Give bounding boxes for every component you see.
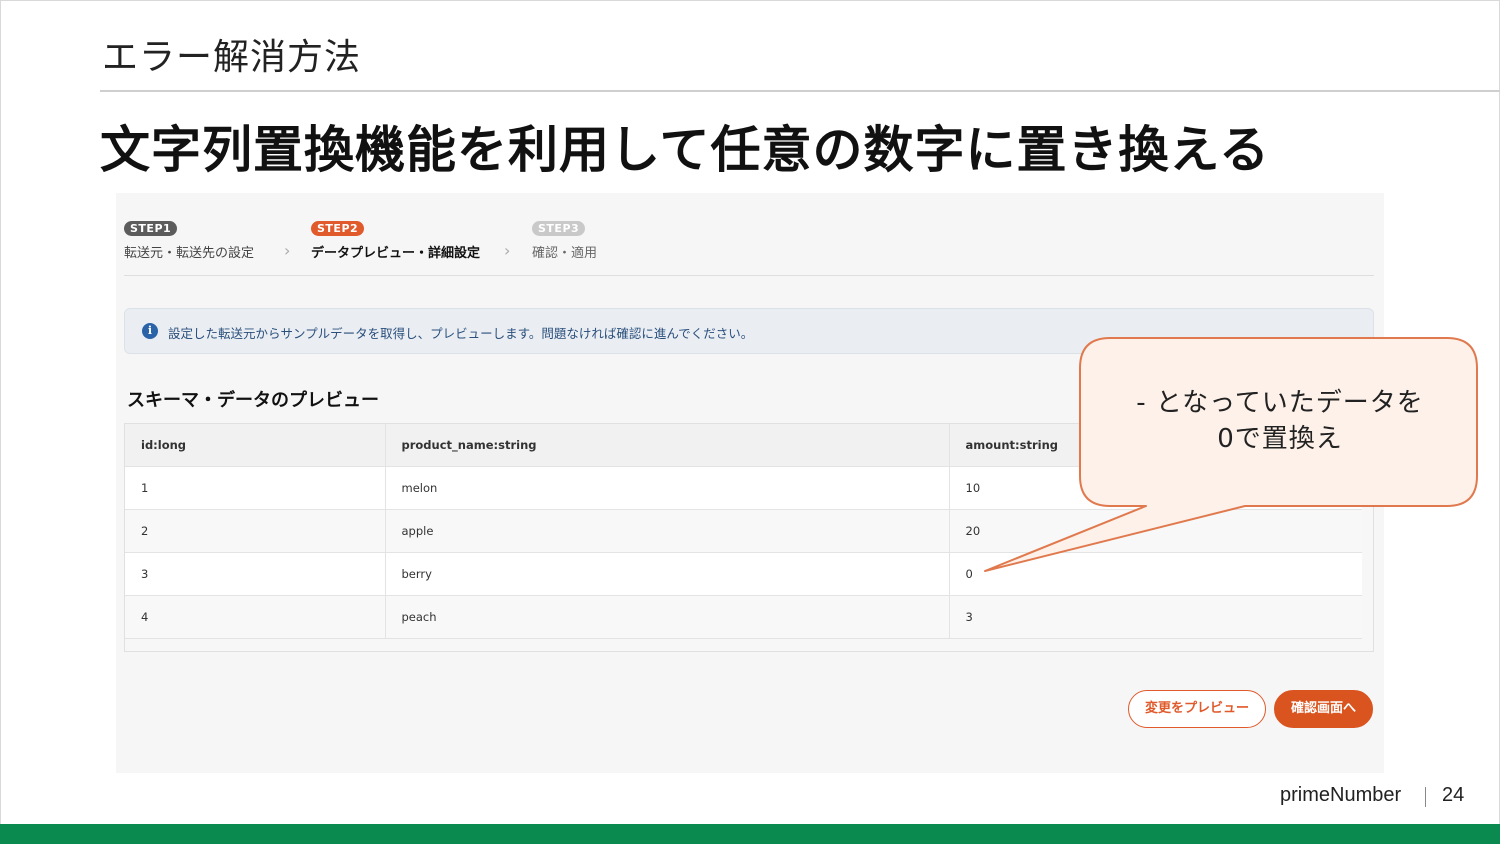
- info-icon: i: [142, 323, 158, 339]
- schema-preview-title: スキーマ・データのプレビュー: [127, 390, 379, 411]
- footer-accent-bar: [0, 824, 1500, 844]
- slide-headline: 文字列置換機能を利用して任意の数字に置き換える: [100, 121, 1270, 179]
- step-2-label: データプレビュー・詳細設定: [311, 246, 481, 261]
- step-1[interactable]: STEP1 転送元・転送先の設定: [124, 217, 254, 261]
- step-2[interactable]: STEP2 データプレビュー・詳細設定: [311, 217, 480, 261]
- chevron-right-icon: ›: [504, 241, 511, 260]
- cell-product-name: peach: [385, 595, 950, 639]
- table-row: 1 melon 10: [125, 466, 1362, 510]
- brand-name: primeNumber: [1280, 784, 1402, 806]
- cell-product-name: melon: [385, 466, 950, 510]
- steps-divider: [124, 275, 1374, 276]
- column-header-id: id:long: [125, 424, 386, 467]
- step-2-badge: STEP2: [311, 221, 365, 236]
- schema-preview-table: id:long product_name:string amount:strin…: [124, 423, 1374, 652]
- page-number: 24: [1442, 784, 1465, 806]
- cell-id: 3: [125, 552, 386, 596]
- cell-amount: 0: [949, 552, 1362, 596]
- callout-line-2: 0で置換え: [1217, 424, 1343, 454]
- to-confirm-button[interactable]: 確認画面へ: [1274, 690, 1373, 728]
- info-banner: i 設定した転送元からサンプルデータを取得し、プレビューします。問題なければ確認…: [124, 308, 1374, 354]
- cell-amount: 20: [949, 509, 1362, 553]
- cell-product-name: apple: [385, 509, 950, 553]
- table-row: 2 apple 20: [125, 509, 1362, 553]
- table-row: 3 berry 0: [125, 552, 1362, 596]
- step-3-label: 確認・適用: [532, 246, 598, 261]
- title-divider: [100, 90, 1500, 92]
- chevron-right-icon: ›: [284, 241, 291, 260]
- preview-changes-button[interactable]: 変更をプレビュー: [1128, 690, 1266, 728]
- callout-line-1: - となっていたデータを: [1136, 388, 1424, 418]
- callout-text: - となっていたデータを 0で置換え: [1085, 385, 1475, 457]
- cell-id: 2: [125, 509, 386, 553]
- step-3-badge: STEP3: [532, 221, 586, 236]
- step-1-label: 転送元・転送先の設定: [124, 246, 255, 261]
- column-header-product-name: product_name:string: [385, 424, 950, 467]
- step-1-badge: STEP1: [124, 221, 178, 236]
- cell-amount: 10: [949, 466, 1362, 510]
- step-3: STEP3 確認・適用: [532, 217, 597, 261]
- footer-separator: [1425, 787, 1426, 807]
- cell-id: 1: [125, 466, 386, 510]
- cell-product-name: berry: [385, 552, 950, 596]
- table-row: 4 peach 3: [125, 595, 1362, 639]
- app-screenshot-panel: STEP1 転送元・転送先の設定 › STEP2 データプレビュー・詳細設定 ›…: [116, 193, 1384, 773]
- cell-amount: 3: [949, 595, 1362, 639]
- info-message: 設定した転送元からサンプルデータを取得し、プレビューします。問題なければ確認に進…: [168, 326, 754, 341]
- section-title: エラー解消方法: [102, 37, 362, 78]
- step-indicator: STEP1 転送元・転送先の設定 › STEP2 データプレビュー・詳細設定 ›…: [124, 217, 1374, 261]
- cell-id: 4: [125, 595, 386, 639]
